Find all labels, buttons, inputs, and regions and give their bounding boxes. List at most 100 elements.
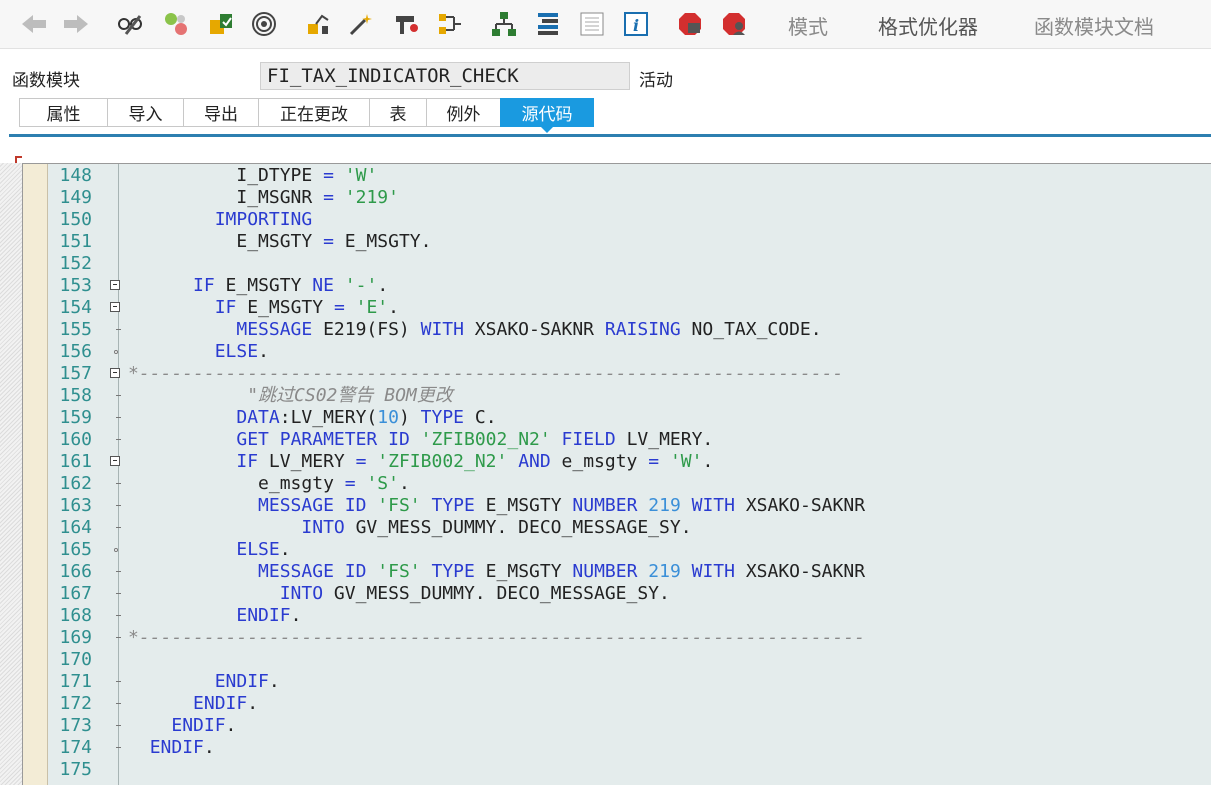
code-line[interactable]: 170 (0, 649, 1211, 671)
navigation-window-icon[interactable] (532, 8, 564, 40)
display-object-list-icon[interactable] (434, 8, 466, 40)
block-line-marker (116, 637, 121, 638)
code-line[interactable]: 149 I_MSGNR = '219' (0, 187, 1211, 209)
external-breakpoint-icon[interactable] (718, 8, 750, 40)
tab-source-code[interactable]: 源代码 (500, 98, 594, 133)
code-line[interactable]: 173 ENDIF. (0, 715, 1211, 737)
line-number: 153 (59, 275, 92, 296)
block-line-marker (116, 483, 121, 484)
collapse-block-icon[interactable] (110, 368, 120, 378)
where-used-icon[interactable] (390, 8, 422, 40)
code-line[interactable]: 157 *------------------------------------… (0, 363, 1211, 385)
code-text[interactable]: IF E_MSGTY NE '-'. (128, 275, 388, 297)
code-line[interactable]: 164 INTO GV_MESS_DUMMY. DECO_MESSAGE_SY. (0, 517, 1211, 539)
collapse-block-icon[interactable] (110, 456, 120, 466)
code-text[interactable]: IMPORTING (128, 209, 313, 231)
tab-export[interactable]: 导出 (183, 98, 258, 127)
code-text[interactable]: GET PARAMETER ID 'ZFIB002_N2' FIELD LV_M… (128, 429, 713, 451)
stop-breakpoint-icon[interactable] (674, 8, 706, 40)
collapse-block-icon[interactable] (110, 280, 120, 290)
line-number: 164 (59, 517, 92, 538)
code-text[interactable]: *---------------------------------------… (128, 627, 865, 649)
test-icon[interactable] (302, 8, 334, 40)
line-number: 165 (59, 539, 92, 560)
toggle-active-icon[interactable] (160, 8, 192, 40)
code-text[interactable]: ENDIF. (128, 671, 280, 693)
line-number: 171 (59, 671, 92, 692)
tab-changing[interactable]: 正在更改 (258, 98, 369, 127)
hierarchy-icon[interactable] (488, 8, 520, 40)
back-arrow-icon[interactable] (18, 8, 50, 40)
function-module-name-field[interactable]: FI_TAX_INDICATOR_CHECK (260, 62, 630, 90)
code-text[interactable]: I_MSGNR = '219' (128, 187, 399, 209)
code-line[interactable]: 167 INTO GV_MESS_DUMMY. DECO_MESSAGE_SY. (0, 583, 1211, 605)
line-number: 168 (59, 605, 92, 626)
code-text[interactable]: e_msgty = 'S'. (128, 473, 410, 495)
code-text[interactable]: ELSE. (128, 341, 269, 363)
code-line[interactable]: 175 (0, 759, 1211, 781)
line-number: 162 (59, 473, 92, 494)
line-number: 166 (59, 561, 92, 582)
line-number: 154 (59, 297, 92, 318)
code-line[interactable]: 151 E_MSGTY = E_MSGTY. (0, 231, 1211, 253)
info-icon[interactable]: i (620, 8, 652, 40)
code-line[interactable]: 154 IF E_MSGTY = 'E'. (0, 297, 1211, 319)
line-number: 172 (59, 693, 92, 714)
code-text[interactable]: DATA:LV_MERY(10) TYPE C. (128, 407, 496, 429)
magic-wand-icon[interactable] (345, 8, 377, 40)
code-line[interactable]: 174 ENDIF. (0, 737, 1211, 759)
block-line-marker (116, 681, 121, 682)
tab-import[interactable]: 导入 (107, 98, 183, 127)
code-text[interactable]: INTO GV_MESS_DUMMY. DECO_MESSAGE_SY. (128, 583, 670, 605)
code-line[interactable]: 166 MESSAGE ID 'FS' TYPE E_MSGTY NUMBER … (0, 561, 1211, 583)
code-text[interactable]: MESSAGE ID 'FS' TYPE E_MSGTY NUMBER 219 … (128, 495, 865, 517)
line-number: 173 (59, 715, 92, 736)
code-line[interactable]: 161 IF LV_MERY = 'ZFIB002_N2' AND e_msgt… (0, 451, 1211, 473)
mode-button[interactable]: 模式 (788, 11, 828, 40)
code-line[interactable]: 158 "跳过CS02警告 BOM更改 (0, 385, 1211, 407)
code-line[interactable]: 160 GET PARAMETER ID 'ZFIB002_N2' FIELD … (0, 429, 1211, 451)
code-text[interactable]: IF LV_MERY = 'ZFIB002_N2' AND e_msgty = … (128, 451, 713, 473)
code-line[interactable]: 172 ENDIF. (0, 693, 1211, 715)
code-text[interactable]: MESSAGE E219(FS) WITH XSAKO-SAKNR RAISIN… (128, 319, 821, 341)
code-line[interactable]: 156 ELSE. (0, 341, 1211, 363)
code-text[interactable]: ENDIF. (128, 605, 301, 627)
code-line[interactable]: 152 (0, 253, 1211, 275)
code-line[interactable]: 148 I_DTYPE = 'W' (0, 165, 1211, 187)
code-text[interactable]: *---------------------------------------… (128, 363, 843, 385)
code-line[interactable]: 171 ENDIF. (0, 671, 1211, 693)
check-object-icon[interactable] (205, 8, 237, 40)
code-line[interactable]: 169 *------------------------------------… (0, 627, 1211, 649)
pretty-printer-button[interactable]: 格式优化器 (878, 11, 978, 40)
code-text[interactable]: I_DTYPE = 'W' (128, 165, 377, 187)
code-text[interactable]: ENDIF. (128, 693, 258, 715)
collapse-block-icon[interactable] (110, 302, 120, 312)
code-text[interactable]: E_MSGTY = E_MSGTY. (128, 231, 431, 253)
line-number: 158 (59, 385, 92, 406)
code-line[interactable]: 163 MESSAGE ID 'FS' TYPE E_MSGTY NUMBER … (0, 495, 1211, 517)
code-line[interactable]: 162 e_msgty = 'S'. (0, 473, 1211, 495)
code-line[interactable]: 159 DATA:LV_MERY(10) TYPE C. (0, 407, 1211, 429)
activate-icon[interactable] (248, 8, 280, 40)
code-text[interactable]: ENDIF. (128, 715, 236, 737)
function-module-documentation-button[interactable]: 函数模块文档 (1034, 11, 1154, 40)
code-text[interactable]: ENDIF. (128, 737, 215, 759)
code-line[interactable]: 153 IF E_MSGTY NE '-'. (0, 275, 1211, 297)
code-text[interactable]: MESSAGE ID 'FS' TYPE E_MSGTY NUMBER 219 … (128, 561, 865, 583)
forward-arrow-icon[interactable] (60, 8, 92, 40)
code-line[interactable]: 155 MESSAGE E219(FS) WITH XSAKO-SAKNR RA… (0, 319, 1211, 341)
code-line[interactable]: 168 ENDIF. (0, 605, 1211, 627)
code-text[interactable]: IF E_MSGTY = 'E'. (128, 297, 399, 319)
glasses-pencil-icon[interactable] (114, 8, 146, 40)
code-text[interactable]: ELSE. (128, 539, 290, 561)
tab-attributes[interactable]: 属性 (19, 98, 107, 127)
tab-exceptions[interactable]: 例外 (426, 98, 500, 127)
line-number: 174 (59, 737, 92, 758)
code-line[interactable]: 150 IMPORTING (0, 209, 1211, 231)
code-line[interactable]: 165 ELSE. (0, 539, 1211, 561)
tab-tables[interactable]: 表 (369, 98, 426, 127)
other-object-icon[interactable] (576, 8, 608, 40)
status-text: 活动 (639, 71, 673, 91)
code-text[interactable]: INTO GV_MESS_DUMMY. DECO_MESSAGE_SY. (128, 517, 691, 539)
code-text[interactable]: "跳过CS02警告 BOM更改 (128, 385, 453, 407)
